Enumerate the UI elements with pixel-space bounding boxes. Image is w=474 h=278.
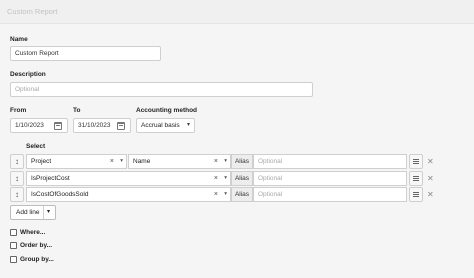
field-select[interactable]: IsCostOfGoodsSold × ▾ (26, 187, 231, 202)
window-title: Custom Report (7, 7, 58, 16)
description-label: Description (10, 71, 46, 78)
field-select-value: IsProjectCost (31, 175, 70, 182)
clear-icon[interactable]: × (214, 188, 218, 201)
from-date-value: 1/10/2023 (15, 122, 44, 129)
field-options-button[interactable] (409, 171, 423, 186)
field-select-value: IsCostOfGoodsSold (31, 191, 89, 198)
field-select[interactable]: IsProjectCost × ▾ (26, 171, 231, 186)
remove-row-icon[interactable]: ✕ (427, 190, 434, 199)
chevron-down-icon[interactable]: ▾ (224, 155, 227, 168)
accounting-method-value: Accrual basis (141, 122, 180, 129)
order-by-checkbox[interactable] (10, 242, 17, 249)
from-label: From (10, 107, 27, 114)
field-options-button[interactable] (409, 154, 423, 169)
alias-label: Alias (231, 171, 253, 186)
clear-icon[interactable]: × (214, 172, 218, 185)
field-select-value: Project (31, 158, 52, 165)
list-icon (413, 159, 419, 164)
chevron-down-icon: ▾ (186, 122, 190, 128)
order-by-label: Order by... (20, 242, 53, 249)
list-icon (413, 192, 419, 197)
accounting-method-label: Accounting method (136, 107, 198, 114)
drag-handle-icon[interactable]: ↕ (10, 171, 24, 186)
calendar-icon[interactable] (117, 122, 125, 130)
name-input[interactable]: Custom Report (10, 46, 161, 61)
calendar-icon[interactable] (54, 122, 62, 130)
from-date-input[interactable]: 1/10/2023 (10, 118, 68, 133)
remove-row-icon[interactable]: ✕ (427, 174, 434, 183)
to-date-input[interactable]: 31/10/2023 (73, 118, 131, 133)
chevron-down-icon[interactable]: ▾ (224, 188, 227, 201)
alias-input[interactable]: Optional (253, 154, 407, 169)
select-label: Select (26, 143, 46, 150)
group-by-checkbox[interactable] (10, 256, 17, 263)
drag-handle-icon[interactable]: ↕ (10, 154, 24, 169)
accounting-method-select[interactable]: Accrual basis ▾ (136, 118, 195, 133)
field-options-button[interactable] (409, 187, 423, 202)
add-line-button-group: Add line ▾ (10, 205, 56, 220)
alias-input[interactable]: Optional (253, 187, 407, 202)
where-label: Where... (20, 229, 46, 236)
clear-icon[interactable]: × (110, 155, 114, 168)
chevron-down-icon[interactable]: ▾ (47, 206, 50, 219)
chevron-down-icon[interactable]: ▾ (224, 172, 227, 185)
clear-icon[interactable]: × (214, 155, 218, 168)
divider (43, 206, 44, 219)
alias-label: Alias (231, 154, 253, 169)
to-label: To (73, 107, 81, 114)
alias-label: Alias (231, 187, 253, 202)
add-line-button[interactable]: Add line (16, 206, 40, 219)
alias-input[interactable]: Optional (253, 171, 407, 186)
where-checkbox[interactable] (10, 229, 17, 236)
to-date-value: 31/10/2023 (78, 122, 111, 129)
sub-field-select[interactable]: Name × ▾ (128, 154, 231, 169)
remove-row-icon[interactable]: ✕ (427, 157, 434, 166)
field-select[interactable]: Project × ▾ (26, 154, 127, 169)
drag-handle-icon[interactable]: ↕ (10, 187, 24, 202)
list-icon (413, 176, 419, 181)
chevron-down-icon[interactable]: ▾ (120, 155, 123, 168)
name-label: Name (10, 36, 28, 43)
group-by-label: Group by... (20, 256, 54, 263)
sub-field-select-value: Name (133, 158, 151, 165)
window-titlebar: Custom Report (0, 0, 474, 24)
description-input[interactable]: Optional (10, 82, 313, 97)
